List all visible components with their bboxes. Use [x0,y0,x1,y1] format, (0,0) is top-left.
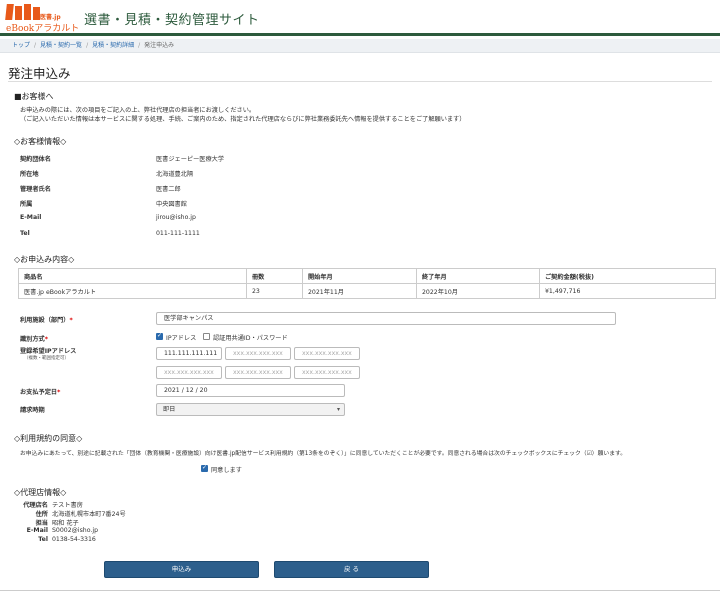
agree-checkbox[interactable] [201,464,208,472]
pay-date-label: お支払予定日* [20,389,61,396]
ebook-alacarte-logo[interactable]: 医書.jp eBookアラカルト [5,4,79,34]
books-logo-icon [5,4,40,20]
customer-label-email: E-Mail [20,214,42,221]
customer-label-address: 所在地 [20,171,39,178]
breadcrumb: トップ / 見積・契約一覧 / 見積・契約詳細 / 発注申込み [0,39,720,53]
notice-line2: （ご記入いただいた情報は本サービスに関する処理、手続、ご案内のため、指定された代… [20,116,466,123]
cell-end: 2022年10月 [416,283,540,299]
customer-label-org: 契約団体名 [20,156,51,163]
col-count: 冊数 [246,268,303,284]
customer-label-dept: 所属 [20,201,33,208]
agent-label-address: 住所 [35,511,48,518]
billing-select[interactable]: 即日 ▾ [156,403,345,416]
auth-ip-label: IPアドレス [166,335,197,342]
site-title: 選書・見積・契約管理サイト [84,13,260,28]
ip-input-3[interactable]: xxx.xxx.xxx.xxx [294,347,360,360]
title-divider [8,81,712,82]
breadcrumb-top[interactable]: トップ [12,42,30,49]
order-table: 商品名 冊数 開始年月 終了年月 ご契約金額(税抜) 医書.jp eBookアラ… [18,268,716,299]
agent-value-address: 北海道札幌市本町7番24号 [52,511,126,518]
agent-value-staff: 昭和 花子 [52,520,79,527]
ip-input-4[interactable]: xxx.xxx.xxx.xxx [156,366,222,379]
customer-heading: ◇お客様情報◇ [14,137,67,146]
cell-start: 2021年11月 [302,283,417,299]
facility-label: 利用施設（部門）* [20,317,73,324]
table-row: 医書.jp eBookアラカルト 23 2021年11月 2022年10月 ¥1… [18,283,716,299]
ip-input-6[interactable]: xxx.xxx.xxx.xxx [294,366,360,379]
cell-amount: ¥1,497,716 [539,283,716,299]
customer-value-org: 医書ジェーピー医療大学 [156,156,225,163]
agent-value-tel: 0138-54-3316 [52,536,96,543]
customer-value-email: jirou@isho.jp [156,214,196,221]
auth-id-label: 認証用共通ID・パスワード [213,335,288,342]
billing-label: 請求時期 [20,407,45,414]
customer-value-tel: 011-111-1111 [156,230,200,237]
breadcrumb-current: 発注申込み [144,42,175,49]
page-title: 発注申込み [8,66,71,81]
agent-label-email: E-Mail [26,527,48,534]
chevron-down-icon: ▾ [336,406,340,413]
submit-button[interactable]: 申込み [104,561,259,578]
footer-divider [0,590,720,591]
logo-text: eBookアラカルト [6,24,80,34]
breadcrumb-list[interactable]: 見積・契約一覧 [40,42,82,49]
agent-value-email: S0002@isho.jp [52,527,99,534]
table-header-row: 商品名 冊数 開始年月 終了年月 ご契約金額(税抜) [18,268,716,284]
col-product: 商品名 [18,268,247,284]
col-amount: ご契約金額(税抜) [539,268,716,284]
ip-input-2[interactable]: xxx.xxx.xxx.xxx [225,347,291,360]
auth-label: 識別方式* [20,336,48,343]
cell-product: 医書.jp eBookアラカルト [18,283,247,299]
billing-selected-value: 即日 [163,406,176,413]
agent-label-staff: 担当 [35,520,48,527]
customer-label-manager: 管理者氏名 [20,186,51,193]
auth-ip-checkbox[interactable] [156,332,163,340]
col-start: 開始年月 [302,268,417,284]
breadcrumb-detail[interactable]: 見積・契約詳細 [92,42,134,49]
ip-input-5[interactable]: xxx.xxx.xxx.xxx [225,366,291,379]
customer-value-dept: 中央図書館 [156,201,187,208]
agent-value-name: テスト書房 [52,502,83,509]
pay-date-input[interactable]: 2021 / 12 / 20 [156,384,345,397]
agent-label-tel: Tel [38,536,48,543]
customer-value-address: 北海道豊北隔 [156,171,194,178]
site-header: 医書.jp eBookアラカルト 選書・見積・契約管理サイト [0,0,720,36]
notice-line1: お申込みの際には、次の項目をご記入の上、弊社代理店の担当者にお渡しください。 [20,107,256,114]
notice-heading: ■お客様へ [14,92,54,101]
col-end: 終了年月 [416,268,540,284]
logo-ishojp: 医書.jp [40,14,61,21]
agent-heading: ◇代理店情報◇ [14,488,67,497]
facility-input[interactable]: 医学部キャンパス [156,312,616,325]
order-heading: ◇お申込み内容◇ [14,255,75,264]
customer-label-tel: Tel [20,230,30,237]
customer-value-manager: 医書二郎 [156,186,181,193]
ip-sublabel: （複数・範囲指定可） [24,356,69,361]
agent-label-name: 代理店名 [23,502,48,509]
auth-id-checkbox[interactable] [203,333,210,340]
ip-label: 登録希望IPアドレス [20,348,77,355]
agree-label: 同意します [211,467,242,474]
ip-input-1[interactable]: 111.111.111.111 [156,347,222,360]
terms-text: お申込みにあたって、別途に記載された「団体（教育機関・医療施設）向け医書.jp配… [20,451,627,457]
terms-heading: ◇利用規約の同意◇ [14,434,83,443]
back-button[interactable]: 戻 る [274,561,429,578]
cell-count: 23 [246,283,303,299]
